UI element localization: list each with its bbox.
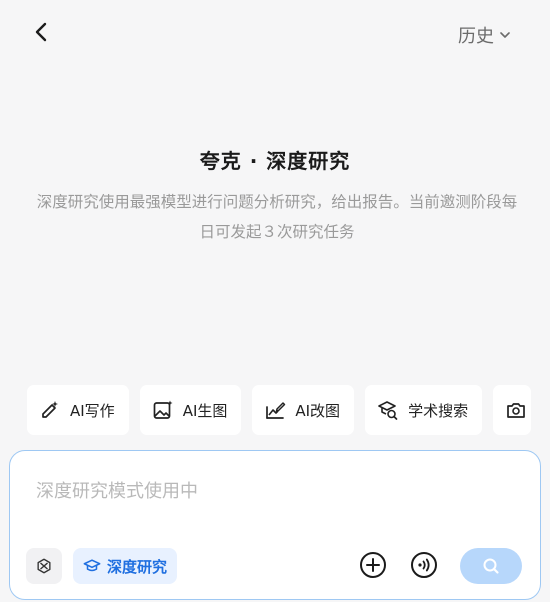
plus-circle-icon xyxy=(360,552,386,578)
composer-input[interactable]: 深度研究模式使用中 xyxy=(36,477,198,503)
page-title: 夸克 · 深度研究 xyxy=(199,149,351,173)
model-switch-button[interactable] xyxy=(26,548,62,584)
tool-ai-image-edit[interactable]: AI改图 xyxy=(252,385,355,435)
search-icon xyxy=(483,558,499,574)
tool-label: AI生图 xyxy=(182,401,228,420)
chevron-down-icon xyxy=(500,32,510,38)
image-edit-icon xyxy=(264,399,286,421)
tool-camera[interactable] xyxy=(493,385,532,435)
tool-label: AI改图 xyxy=(295,401,341,420)
tool-label: 学术搜索 xyxy=(408,401,469,420)
composer[interactable]: 深度研究模式使用中 深度研究 xyxy=(9,450,541,600)
pen-sparkle-icon xyxy=(39,399,61,421)
history-label: 历史 xyxy=(458,26,494,47)
chevron-left-icon xyxy=(35,22,47,42)
tool-ai-writing[interactable]: AI写作 xyxy=(27,385,129,435)
model-icon xyxy=(37,558,51,574)
tool-academic-search[interactable]: 学术搜索 xyxy=(365,385,483,435)
tool-ai-image-gen[interactable]: AI生图 xyxy=(139,385,242,435)
deep-research-mode-toggle[interactable]: 深度研究 xyxy=(73,548,178,584)
graduation-cap-icon xyxy=(83,559,101,572)
back-button[interactable] xyxy=(30,18,54,46)
tool-bar: AI写作 AI生图 AI改图 学术搜索 xyxy=(27,385,532,435)
voice-icon xyxy=(411,552,437,578)
image-sparkle-icon xyxy=(152,399,174,421)
history-dropdown[interactable]: 历史 xyxy=(458,22,512,48)
tool-label: AI写作 xyxy=(70,401,115,420)
add-button[interactable] xyxy=(358,550,388,580)
page-description: 深度研究使用最强模型进行问题分析研究，给出报告。当前邀测阶段每日可发起３次研究任… xyxy=(36,193,518,241)
academic-search-icon xyxy=(377,399,399,421)
camera-icon xyxy=(505,399,527,421)
mode-label: 深度研究 xyxy=(107,557,168,576)
search-submit-button[interactable] xyxy=(460,548,522,584)
voice-button[interactable] xyxy=(409,550,439,580)
